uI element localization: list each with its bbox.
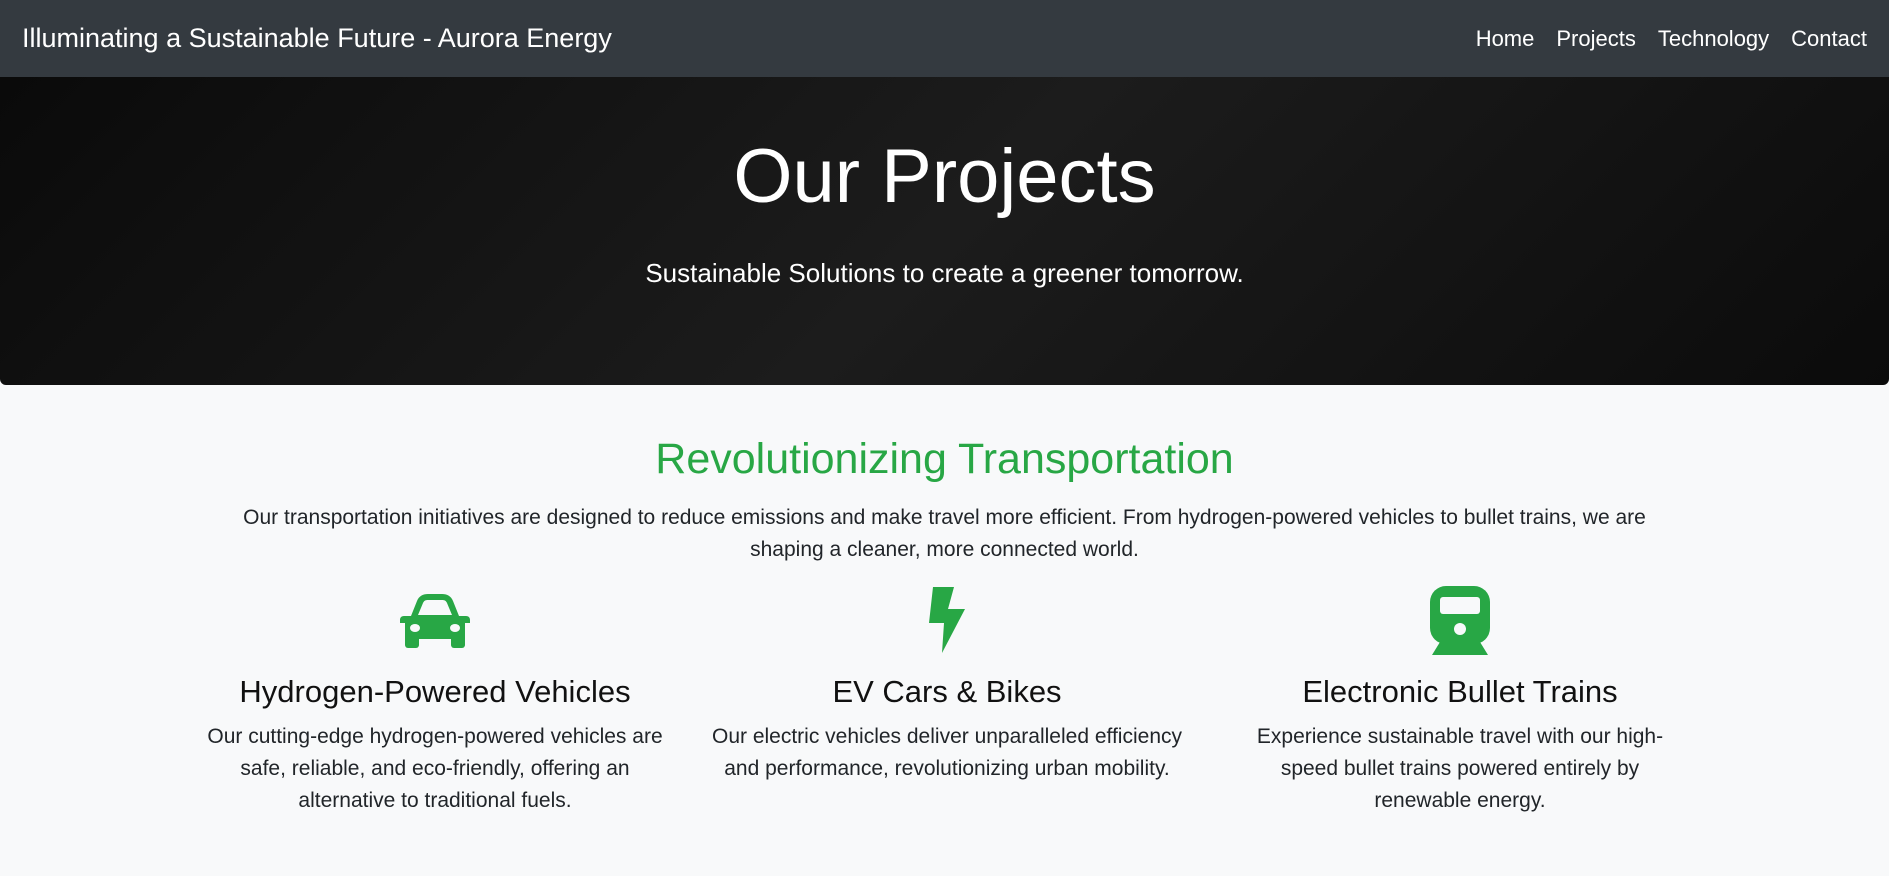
card-text: Our electric vehicles deliver unparallel…	[711, 725, 1182, 780]
card-title: Hydrogen-Powered Vehicles	[239, 674, 631, 709]
card-text: Experience sustainable travel with our h…	[1256, 725, 1664, 812]
card-title: EV Cars & Bikes	[832, 674, 1062, 709]
card-ev-cars-bikes: EV Cars & Bikes Our electric vehicles de…	[707, 585, 1187, 785]
bolt-icon	[707, 585, 1187, 655]
section-description: Our transportation initiatives are desig…	[243, 506, 1646, 561]
card-hydrogen-vehicles: Hydrogen-Powered Vehicles Our cutting-ed…	[195, 585, 675, 817]
nav-link-projects[interactable]: Projects	[1556, 26, 1635, 52]
section-title: Revolutionizing Transportation	[655, 435, 1234, 483]
navbar: Illuminating a Sustainable Future - Auro…	[0, 0, 1889, 77]
nav-link-home[interactable]: Home	[1476, 26, 1535, 52]
card-text: Our cutting-edge hydrogen-powered vehicl…	[207, 725, 663, 812]
nav-links: Home Projects Technology Contact	[1454, 26, 1867, 52]
brand-link[interactable]: Illuminating a Sustainable Future - Auro…	[22, 23, 612, 54]
hero-title: Our Projects	[733, 134, 1156, 219]
nav-link-contact[interactable]: Contact	[1791, 26, 1867, 52]
card-bullet-trains: Electronic Bullet Trains Experience sust…	[1220, 585, 1700, 817]
hero-banner: Our Projects Sustainable Solutions to cr…	[0, 77, 1889, 385]
car-icon	[195, 585, 675, 655]
train-icon	[1220, 585, 1700, 655]
hero-subtitle: Sustainable Solutions to create a greene…	[645, 258, 1244, 288]
nav-link-technology[interactable]: Technology	[1658, 26, 1769, 52]
card-title: Electronic Bullet Trains	[1302, 674, 1618, 709]
transportation-section: Revolutionizing Transportation Our trans…	[0, 385, 1889, 876]
